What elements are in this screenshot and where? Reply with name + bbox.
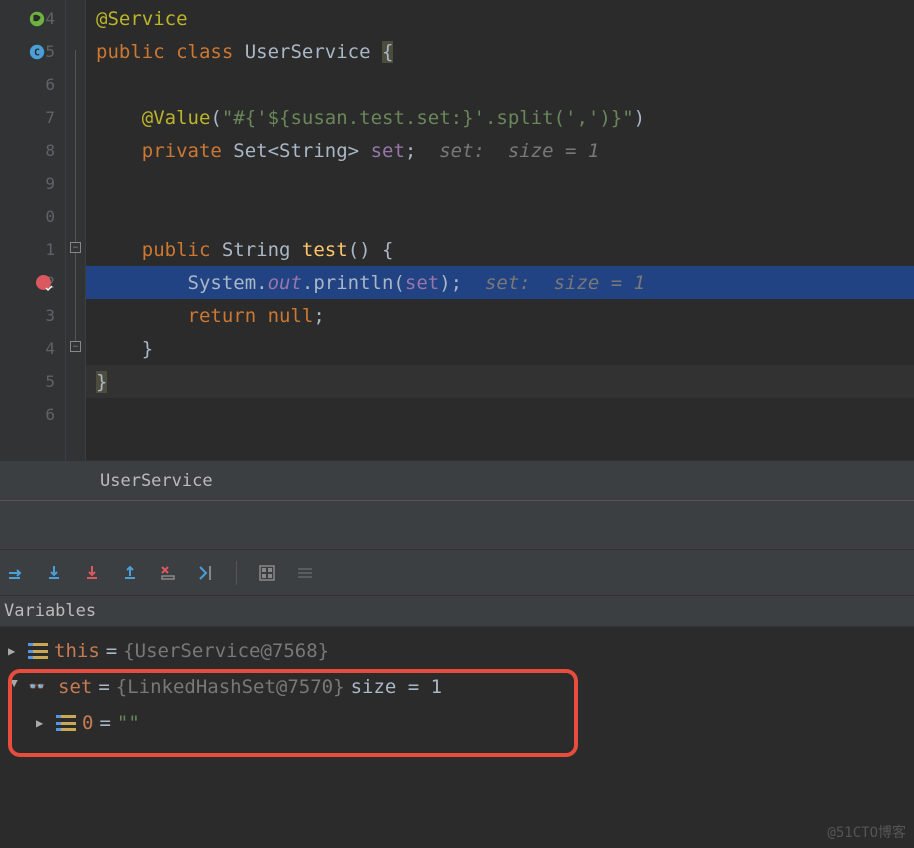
line-number: 5 bbox=[45, 372, 55, 391]
line-number: 0 bbox=[45, 207, 55, 226]
debug-toolbar bbox=[0, 550, 914, 595]
step-out-icon[interactable] bbox=[120, 563, 140, 583]
step-over-icon[interactable] bbox=[6, 563, 26, 583]
svg-text:C: C bbox=[34, 47, 40, 58]
line-number: 4 bbox=[45, 9, 55, 28]
line-number: 6 bbox=[45, 405, 55, 424]
line-number: 9 bbox=[45, 174, 55, 193]
variable-row[interactable]: ▶ 👓 set = {LinkedHashSet@7570} size = 1 bbox=[8, 669, 914, 705]
expand-arrow-icon[interactable]: ▶ bbox=[36, 716, 50, 730]
code-line bbox=[86, 398, 914, 431]
force-step-into-icon[interactable] bbox=[82, 563, 102, 583]
watermark: @51CTO博客 bbox=[827, 822, 906, 842]
code-line: @Service bbox=[86, 2, 914, 35]
class-icon[interactable]: C bbox=[28, 43, 46, 61]
code-line: public class UserService { bbox=[86, 35, 914, 68]
breadcrumb-item[interactable]: UserService bbox=[100, 471, 213, 491]
variables-title: Variables bbox=[4, 601, 96, 621]
code-line: private Set<String> set; set: size = 1 bbox=[86, 134, 914, 167]
code-line: return null; bbox=[86, 299, 914, 332]
variable-row[interactable]: ▶ this = {UserService@7568} bbox=[8, 633, 914, 669]
expand-arrow-icon[interactable]: ▶ bbox=[8, 680, 22, 694]
step-into-icon[interactable] bbox=[44, 563, 64, 583]
code-line: @Value("#{'${susan.test.set:}'.split(','… bbox=[86, 101, 914, 134]
variables-panel[interactable]: ▶ this = {UserService@7568} ▶ 👓 set = {L… bbox=[0, 627, 914, 847]
line-number: 1 bbox=[45, 240, 55, 259]
expand-arrow-icon[interactable]: ▶ bbox=[8, 644, 22, 658]
line-number: 5 bbox=[45, 42, 55, 61]
line-number: 8 bbox=[45, 141, 55, 160]
code-line: } bbox=[86, 365, 914, 398]
code-line: } bbox=[86, 332, 914, 365]
watch-icon: 👓 bbox=[28, 679, 52, 695]
variables-panel-header[interactable]: Variables bbox=[0, 595, 914, 627]
line-gutter: 4 5 C 6 7 8 9 0 1 2 3 4 5 6 bbox=[0, 0, 66, 460]
fold-gutter: − − bbox=[66, 0, 86, 460]
object-icon bbox=[56, 715, 76, 731]
breakpoint-icon[interactable] bbox=[36, 275, 51, 290]
code-editor[interactable]: 4 5 C 6 7 8 9 0 1 2 3 4 5 6 − − bbox=[0, 0, 914, 460]
variable-row[interactable]: ▶ 0 = "" bbox=[8, 705, 914, 741]
evaluate-expression-icon[interactable] bbox=[257, 563, 277, 583]
code-line: public String test() { bbox=[86, 233, 914, 266]
line-number: 6 bbox=[45, 75, 55, 94]
panel-divider[interactable] bbox=[0, 500, 914, 550]
spring-bean-icon[interactable] bbox=[28, 10, 46, 28]
drop-frame-icon[interactable] bbox=[158, 563, 178, 583]
line-number: 3 bbox=[45, 306, 55, 325]
toolbar-separator bbox=[236, 561, 237, 585]
code-content[interactable]: @Service public class UserService { @Val… bbox=[86, 0, 914, 460]
object-icon bbox=[28, 643, 48, 659]
fold-collapse-icon[interactable]: − bbox=[70, 242, 81, 253]
code-line bbox=[86, 68, 914, 101]
line-number: 7 bbox=[45, 108, 55, 127]
trace-current-stream-icon[interactable] bbox=[295, 563, 315, 583]
run-to-cursor-icon[interactable] bbox=[196, 563, 216, 583]
code-line bbox=[86, 200, 914, 233]
line-number: 4 bbox=[45, 339, 55, 358]
breadcrumb[interactable]: UserService bbox=[0, 460, 914, 500]
code-line bbox=[86, 167, 914, 200]
code-line-current-execution: System.out.println(set); set: size = 1 bbox=[86, 266, 914, 299]
fold-end-icon[interactable]: − bbox=[70, 341, 81, 352]
